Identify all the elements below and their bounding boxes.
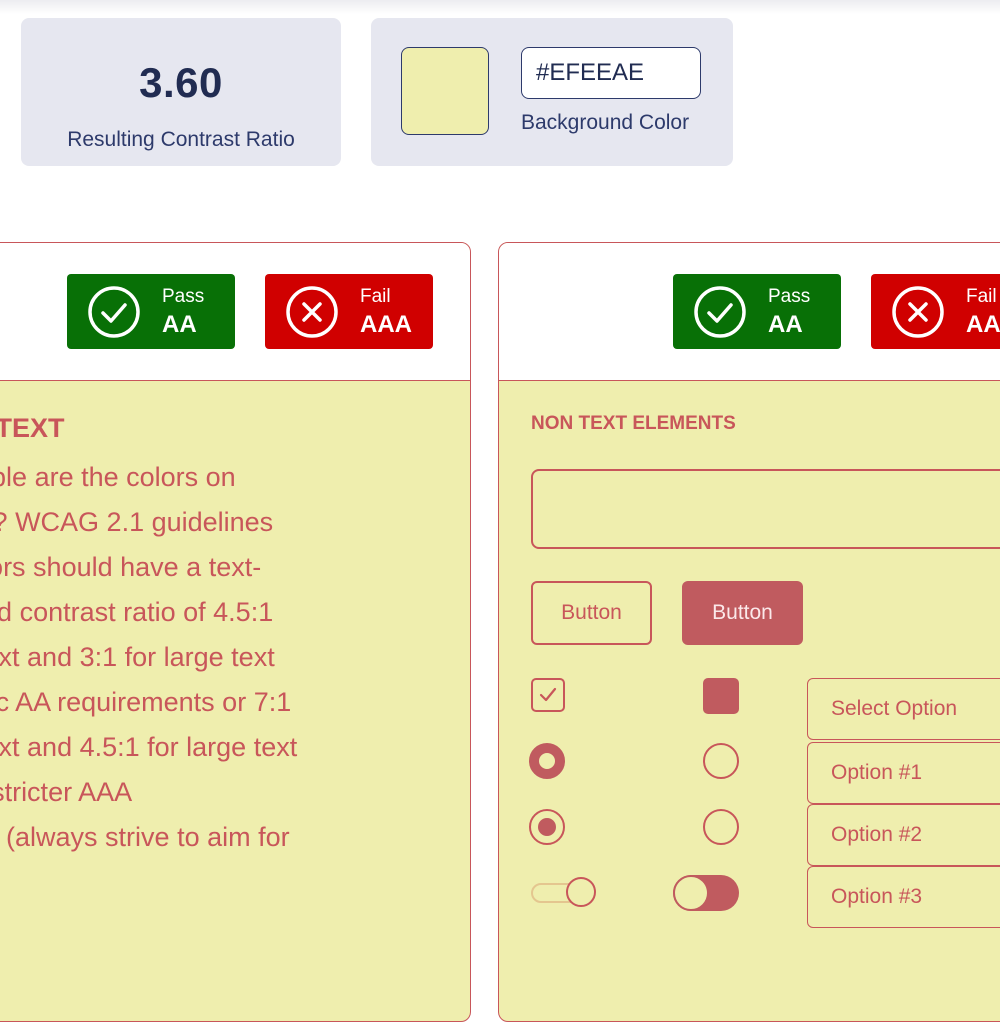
body-line: website? WCAG 2.1 guidelines <box>0 507 274 537</box>
body-line: that colors should have a text- <box>0 552 262 582</box>
large-text-panel-header: Pass AA Fail AAA <box>0 243 470 381</box>
radio-selected[interactable] <box>529 809 565 845</box>
body-line: rements (always strive to aim for <box>0 822 290 852</box>
background-color-swatch[interactable] <box>401 47 489 135</box>
background-color-card: Background Color <box>371 18 733 166</box>
badge-level: AA <box>966 311 1000 338</box>
checkbox-checked[interactable] <box>531 678 565 712</box>
toggle-off[interactable] <box>531 877 597 909</box>
badge-status: Fail <box>966 286 997 307</box>
toggle-knob <box>566 877 596 907</box>
dropdown-option[interactable]: Option #3 <box>807 866 1000 928</box>
large-text-body: accessible are the colors on website? WC… <box>0 455 421 905</box>
checkmark-icon <box>539 687 557 702</box>
badge-status: Pass <box>768 286 811 307</box>
radio-selected-thick[interactable] <box>529 743 565 779</box>
pass-aa-badge: Pass AA <box>673 274 841 349</box>
non-text-panel-header: Pass AA Fail AA <box>499 243 1000 381</box>
badge-status: Fail <box>360 286 391 307</box>
badge-status: Pass <box>162 286 205 307</box>
pass-aa-badge: Pass AA <box>67 274 235 349</box>
x-circle-icon <box>286 286 338 338</box>
body-line: ormal text and 4.5:1 for large text <box>0 732 298 762</box>
check-circle-icon <box>88 286 140 338</box>
body-line: eet basic AA requirements or 7:1 <box>0 687 292 717</box>
body-line: ). <box>0 860 421 905</box>
outline-button[interactable]: Button <box>531 581 652 645</box>
radio-unselected[interactable] <box>703 809 739 845</box>
large-text-panel: Pass AA Fail AAA GE TEXT accessible are … <box>0 242 471 1022</box>
body-line: accessible are the colors on <box>0 462 236 492</box>
contrast-ratio-label: Resulting Contrast Ratio <box>67 128 295 151</box>
background-color-label: Background Color <box>521 111 690 134</box>
badge-level: AA <box>162 311 197 338</box>
check-circle-icon <box>694 286 746 338</box>
checkbox-filled[interactable] <box>703 678 739 714</box>
body-line: ckground contrast ratio of 4.5:1 <box>0 597 274 627</box>
toggle-knob <box>673 875 709 911</box>
contrast-ratio-card: 3.60 Resulting Contrast Ratio <box>21 18 341 166</box>
x-circle-icon <box>892 286 944 338</box>
fail-aaa-badge: Fail AAA <box>265 274 433 349</box>
contrast-ratio-value: 3.60 <box>139 59 223 106</box>
toggle-on[interactable] <box>673 875 739 911</box>
dropdown-option[interactable]: Option #2 <box>807 804 1000 866</box>
body-line: eet the stricter AAA <box>0 777 133 807</box>
dropdown-option[interactable]: Option #1 <box>807 742 1000 804</box>
filled-button[interactable]: Button <box>682 581 803 645</box>
background-color-input[interactable] <box>521 47 701 99</box>
badge-level: AA <box>768 311 803 338</box>
body-line: ormal text and 3:1 for large text <box>0 642 275 672</box>
fail-aa-badge: Fail AA <box>871 274 1000 349</box>
non-text-elements-panel: Pass AA Fail AA NON TEXT ELEMENTS Button… <box>498 242 1000 1022</box>
radio-unselected[interactable] <box>703 743 739 779</box>
select-dropdown[interactable]: Select Option <box>807 678 1000 740</box>
top-shadow <box>0 0 1000 14</box>
badge-level: AAA <box>360 311 412 338</box>
non-text-elements-heading: NON TEXT ELEMENTS <box>531 413 736 434</box>
large-text-heading: GE TEXT <box>0 413 65 443</box>
sample-text-input[interactable] <box>531 469 1000 549</box>
